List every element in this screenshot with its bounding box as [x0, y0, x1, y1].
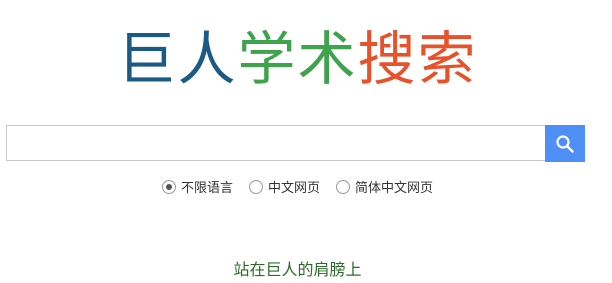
lang-option-chinese[interactable]: 中文网页 [248, 177, 320, 196]
lang-option-label: 简体中文网页 [355, 181, 434, 196]
lang-option-simplified-chinese[interactable]: 简体中文网页 [336, 177, 433, 196]
search-box [6, 125, 545, 161]
language-filter: 不限语言 中文网页 简体中文网页 [0, 177, 595, 196]
logo-char-6: 索 [417, 25, 478, 93]
search-button[interactable] [545, 125, 585, 162]
logo-char-2: 人 [177, 25, 238, 93]
slogan: 站在巨人的肩膀上 [233, 260, 362, 279]
radio-selected-dot [165, 183, 172, 190]
radio-button-simplified-chinese[interactable] [336, 179, 350, 194]
radio-button-chinese[interactable] [248, 179, 263, 194]
logo-char-3: 学 [237, 25, 298, 93]
radio-button-all[interactable] [161, 179, 176, 194]
site-logo: 巨人学术搜索 [0, 24, 595, 94]
logo-char-5: 搜 [357, 25, 418, 93]
lang-option-all[interactable]: 不限语言 [161, 177, 233, 196]
search-icon [556, 134, 574, 153]
logo-char-1: 巨 [117, 25, 178, 93]
search-input[interactable] [7, 126, 545, 160]
logo-char-4: 术 [297, 25, 358, 93]
lang-option-label: 不限语言 [180, 181, 233, 196]
lang-option-label: 中文网页 [267, 181, 320, 196]
